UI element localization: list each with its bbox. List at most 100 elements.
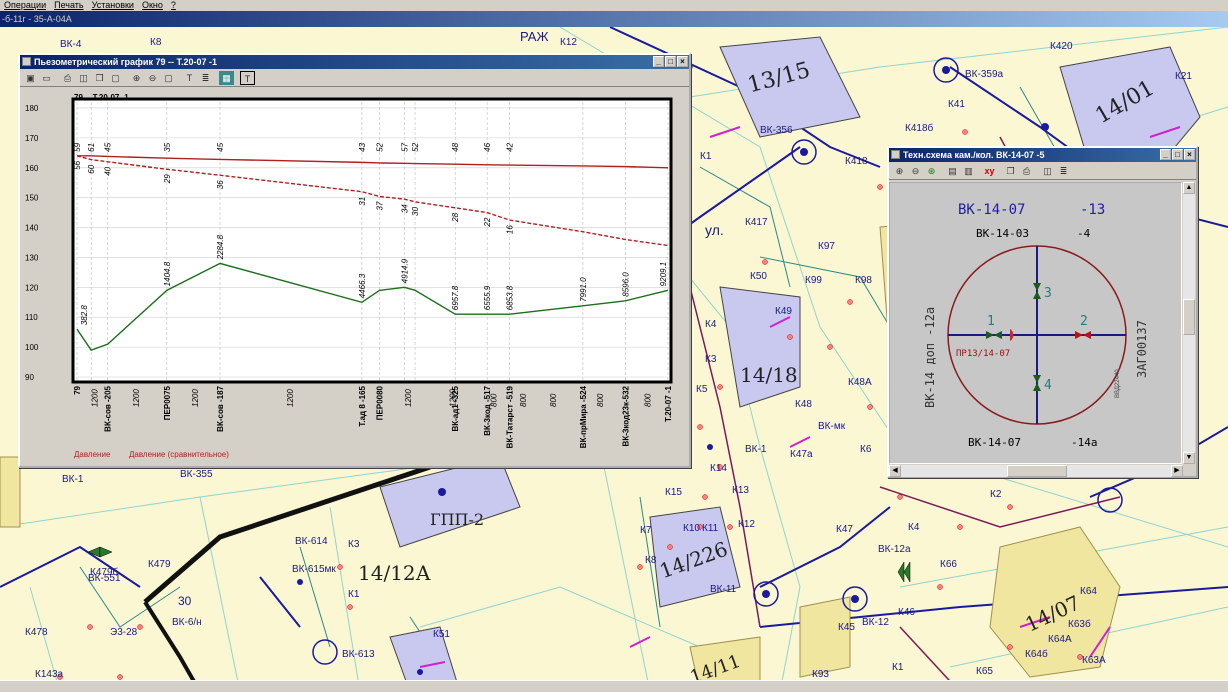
- label-k47: К47: [836, 524, 853, 535]
- label-bldg-14-12a: 14/12А: [358, 561, 431, 585]
- scroll-left-icon[interactable]: ◀: [889, 465, 901, 477]
- label-k64b: К64б: [1025, 648, 1048, 660]
- valve-1-icon[interactable]: [986, 331, 994, 339]
- close-icon[interactable]: ×: [1184, 149, 1195, 160]
- text-frame-icon[interactable]: T: [240, 70, 255, 85]
- label-30: 30: [178, 594, 192, 608]
- distance-label: 1200: [286, 389, 295, 407]
- horizontal-scrollbar[interactable]: ◀ ▶: [889, 465, 1183, 477]
- label-k1c: К1: [348, 589, 360, 600]
- print-icon[interactable]: ⎙: [1019, 164, 1034, 178]
- y-tick-label: 120: [25, 283, 39, 292]
- copy-icon[interactable]: ❐: [1003, 164, 1018, 178]
- zoom-out-icon[interactable]: ⊖: [145, 71, 160, 85]
- label-k46: К46: [898, 607, 915, 618]
- grid2-icon[interactable]: ▥: [961, 164, 976, 178]
- scheme-bottom-label: ВК-14-07: [968, 436, 1021, 449]
- vertical-scrollbar[interactable]: ▲ ▼: [1183, 182, 1195, 464]
- valve-2-icon[interactable]: [1075, 331, 1083, 339]
- menu-print[interactable]: Печать: [50, 0, 87, 11]
- preview-icon[interactable]: ◫: [1040, 164, 1055, 178]
- minimize-icon[interactable]: _: [653, 56, 664, 67]
- scheme-bottom-num: -14а: [1071, 436, 1098, 449]
- minimize-icon[interactable]: _: [1160, 149, 1171, 160]
- zoom-fit-icon[interactable]: ⊛: [924, 164, 939, 178]
- chart-icon[interactable]: ▦: [219, 70, 234, 85]
- zoom-out-icon[interactable]: ⊖: [908, 164, 923, 178]
- station-label: 79: [73, 385, 82, 394]
- maximize-icon[interactable]: □: [1172, 149, 1183, 160]
- grid-icon[interactable]: ▤: [945, 164, 960, 178]
- new-icon[interactable]: ▭: [39, 71, 54, 85]
- ground-label: 1404.8: [163, 261, 172, 286]
- save-icon[interactable]: ▣: [23, 71, 38, 85]
- label-k8b: К8: [645, 555, 657, 566]
- menu-window[interactable]: Окно: [138, 0, 167, 11]
- scheme-toolbar: ⊕ ⊖ ⊛ ▤ ▥ xy ❐ ⎙ ◫ ≣: [889, 162, 1196, 180]
- pressure-label: 35: [163, 142, 172, 151]
- copy-icon[interactable]: ❐: [92, 71, 107, 85]
- menu-operations[interactable]: Операции: [0, 0, 50, 11]
- zoom-in-icon[interactable]: ⊕: [129, 71, 144, 85]
- layers-icon[interactable]: ≣: [198, 71, 213, 85]
- distance-label: 1200: [132, 389, 141, 407]
- xy-icon[interactable]: xy: [982, 164, 997, 178]
- valve-4-icon[interactable]: [1033, 375, 1041, 383]
- y-axis: 90 100 110 120 130 140 150 160 170 180: [25, 104, 39, 382]
- maximize-icon[interactable]: □: [665, 56, 676, 67]
- menu-help[interactable]: ?: [167, 0, 180, 11]
- close-icon[interactable]: ×: [677, 56, 688, 67]
- label-raj: РАЖ: [520, 29, 548, 44]
- piezometric-window[interactable]: Пьезометрический график 79 -- Т.20-07 -1…: [18, 53, 691, 468]
- label-bk-1: ВК-1: [62, 474, 84, 485]
- scheme-titlebar[interactable]: Техн.схема кам./кол. ВК-14-07 -5 _ □ ×: [889, 148, 1196, 162]
- scroll-thumb[interactable]: [1183, 299, 1195, 335]
- y-tick-label: 150: [25, 194, 39, 203]
- piezo-titlebar[interactable]: Пьезометрический график 79 -- Т.20-07 -1…: [20, 55, 689, 69]
- scheme-window[interactable]: Техн.схема кам./кол. ВК-14-07 -5 _ □ × ⊕ ⊖…: [887, 146, 1198, 478]
- branch-2-num: 2: [1080, 314, 1088, 329]
- label-k51: К51: [433, 629, 450, 640]
- compare-label: 22: [483, 217, 492, 227]
- ground-label: 7991.0: [579, 277, 588, 302]
- preview-icon[interactable]: ◫: [76, 71, 91, 85]
- scheme-title: Техн.схема кам./кол. ВК-14-07 -5: [903, 150, 1045, 160]
- label-28: Э3-28: [110, 627, 138, 638]
- label-k2: К2: [990, 489, 1002, 500]
- text-icon[interactable]: T: [182, 71, 197, 85]
- label-k3b: К3: [348, 539, 360, 550]
- label-k98: К98: [855, 275, 872, 286]
- scheme-canvas[interactable]: ВК-14-07 -13 ВК-14-03 -4 ВК-14-07 -14а В…: [889, 182, 1182, 464]
- label-bk-mk: ВК-мк: [818, 421, 846, 432]
- station-label: ПЕР0075: [163, 385, 172, 420]
- menu-settings[interactable]: Установки: [88, 0, 138, 11]
- frame-icon[interactable]: ▢: [108, 71, 123, 85]
- pressure-label: 48: [451, 142, 460, 151]
- print-icon[interactable]: ⎙: [60, 71, 75, 85]
- label-k418: К418: [845, 156, 868, 167]
- pressure-label: 52: [376, 142, 385, 151]
- layers-icon[interactable]: ≣: [1056, 164, 1071, 178]
- scroll-right-icon[interactable]: ▶: [1171, 465, 1183, 477]
- zoom-in-icon[interactable]: ⊕: [892, 164, 907, 178]
- label-k12b: К12: [738, 519, 755, 530]
- scheme-left-label: ВК-14 доп -12а: [923, 307, 937, 408]
- app-icon: [22, 57, 31, 66]
- scroll-down-icon[interactable]: ▼: [1183, 452, 1195, 464]
- scroll-up-icon[interactable]: ▲: [1183, 182, 1195, 194]
- label-k41: К41: [948, 99, 965, 110]
- distance-label: 800: [596, 393, 605, 407]
- ground-label: 2284.8: [216, 234, 225, 260]
- menu-bar: Операции Печать Установки Окно ?: [0, 0, 1228, 11]
- zoom-frame-icon[interactable]: ▢: [161, 71, 176, 85]
- hscroll-thumb[interactable]: [1007, 465, 1067, 477]
- label-bldg-14-18: 14/18: [740, 363, 798, 387]
- label-k47a: К47а: [790, 449, 813, 460]
- compare-label: 60: [87, 164, 96, 173]
- ground-label: 4466.3: [358, 273, 367, 298]
- pr-label: ПР13/14-07: [956, 349, 1010, 359]
- branch-4-num: 4: [1044, 378, 1052, 393]
- station-label: ВК-Татарст -519: [506, 385, 515, 448]
- valve-3-icon[interactable]: [1033, 283, 1041, 291]
- label-k15: К15: [665, 487, 682, 498]
